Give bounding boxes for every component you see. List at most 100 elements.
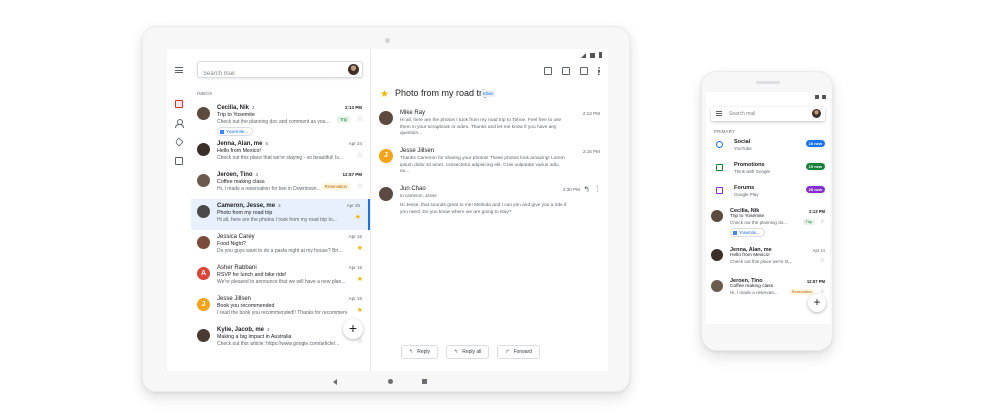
thread-row[interactable]: Jeroen, Tino 3 Coffee making class Hi, I ma…	[191, 168, 370, 199]
section-label: INBOX	[197, 91, 213, 96]
thread-date: 2:13 PM	[344, 105, 362, 110]
tablet-device: INBOX Cecilia, Nik2Trip to YosemiteCheck…	[142, 26, 630, 392]
thread-snippet: Check out this article: https://www.goog…	[217, 341, 340, 347]
menu-icon[interactable]	[716, 111, 722, 116]
avatar	[711, 249, 723, 261]
thread-sender: Kylie, Jacob, me 3	[217, 327, 270, 333]
label-chip[interactable]: Inbox	[481, 90, 496, 97]
thread-sender: Jesse Jillsen	[217, 296, 251, 302]
recents-icon[interactable]	[422, 379, 427, 384]
tag-icon[interactable]	[174, 137, 184, 147]
thread-count: 3	[255, 172, 259, 177]
account-avatar[interactable]	[812, 109, 821, 118]
forward-button[interactable]: ↱ Forward	[497, 345, 540, 359]
delete-icon[interactable]	[562, 67, 570, 75]
reply-icon[interactable]: ↰	[583, 185, 590, 194]
reply-actions: ↰ Reply ↰ Reply all ↱ Forward	[401, 345, 540, 359]
attachment-chip[interactable]: Yosemite...	[217, 127, 254, 136]
thread-row[interactable]: J Jesse Jillsen Book you recommended I read…	[191, 292, 370, 323]
star-icon[interactable]: ☆	[820, 257, 825, 264]
message-recipients: to cameron, Jesse	[400, 193, 437, 198]
compose-button[interactable]: +	[808, 294, 826, 312]
home-icon[interactable]	[388, 379, 393, 384]
reply-all-button[interactable]: ↰ Reply all	[446, 345, 490, 359]
thread-subject: RSVP for lunch and bike ride!	[217, 272, 287, 278]
thread-sender: Jessica Carey	[217, 234, 255, 240]
star-icon[interactable]: ☆	[357, 151, 363, 159]
thread-row[interactable]: Jenna, Alan, me Hello from Mexico! Check o…	[706, 246, 830, 280]
star-icon[interactable]: ☆	[820, 218, 825, 225]
avatar	[711, 210, 723, 222]
category-row[interactable]: Promotions Think with Google 10 new	[706, 159, 830, 182]
mail-icon[interactable]	[580, 67, 588, 75]
search-bar[interactable]	[197, 61, 363, 82]
attachment-chip[interactable]: Yosemite...	[730, 228, 765, 237]
category-row[interactable]: Forums Google Play 25 new	[706, 182, 830, 205]
reading-toolbar	[544, 67, 600, 75]
avatar	[197, 329, 210, 342]
star-icon[interactable]: ☆	[357, 337, 363, 345]
thread-row[interactable]: Jenna, Alan, me 5 Hello from Mexico! Check …	[191, 137, 370, 168]
thread-snippet: Check out the planning doc and comment a…	[217, 119, 330, 125]
category-row[interactable]: Social YouTube 10 new	[706, 136, 830, 159]
star-icon[interactable]: ☆	[357, 115, 363, 123]
new-count-badge: 25 new	[805, 186, 825, 193]
star-icon[interactable]: ★	[357, 275, 363, 283]
thread-subject: Trip to Yosemite	[730, 214, 765, 219]
avatar	[197, 236, 210, 249]
message-body: Hi Jesse, that sounds great to me! Melin…	[400, 203, 567, 215]
reply-icon: ↰	[409, 349, 414, 355]
message-time: 2:13 PM	[582, 111, 600, 116]
thread-badge: Reservation	[788, 289, 815, 295]
back-icon[interactable]	[333, 379, 337, 385]
search-input[interactable]	[203, 66, 333, 82]
account-avatar[interactable]	[348, 64, 359, 75]
sender-names: Cecilia, Nik	[217, 105, 250, 111]
thread-count: 5	[265, 141, 269, 146]
device-showcase: INBOX Cecilia, Nik2 Trip to Yosemite Check…	[0, 0, 1000, 417]
thread-date: 2:13 PM	[809, 209, 825, 214]
avatar	[197, 107, 210, 120]
thread-date: Apr 24	[348, 141, 362, 146]
phone-screen: PRIMARY SocialYouTube10 newPromotionsThi…	[706, 92, 830, 324]
star-icon[interactable]: ★	[357, 306, 363, 314]
search-bar[interactable]	[711, 107, 825, 121]
thread-row[interactable]: Cecilia, Nik 2 Trip to Yosemite Check out t…	[191, 101, 370, 137]
avatar	[197, 205, 210, 218]
star-icon[interactable]: ★	[380, 89, 389, 100]
more-vert-icon[interactable]: ⋮	[594, 185, 601, 193]
more-vert-icon[interactable]	[598, 67, 600, 75]
category-source: Google Play	[734, 192, 759, 197]
inbox-icon[interactable]	[175, 100, 183, 108]
thread-row[interactable]: A Asher Rabbani RSVP for lunch and bike ri…	[191, 261, 370, 292]
category-source: YouTube	[734, 146, 752, 151]
thread-subject: Book you recommended	[217, 303, 275, 309]
people-icon[interactable]	[175, 119, 184, 128]
thread-snippet: I read the book you recommended!! Thanks…	[217, 310, 347, 316]
forum-icon[interactable]	[175, 157, 183, 165]
archive-icon[interactable]	[544, 67, 552, 75]
reply-all-label: Reply all	[462, 349, 482, 355]
thread-count: 2	[252, 105, 255, 110]
thread-row[interactable]: Cecilia, Nik Trip to Yosemite Check out th…	[706, 207, 830, 241]
message-body: Hi all, here are the photos I took from …	[400, 118, 562, 136]
message-body: Thanks Cameron for sharing your photos! …	[400, 156, 565, 174]
thread-badge: Trip	[336, 116, 350, 123]
menu-icon[interactable]	[175, 67, 183, 73]
avatar	[379, 111, 393, 125]
thread-snippet: We're pleased to announce that we will h…	[217, 279, 346, 285]
star-icon[interactable]: ★	[355, 213, 361, 221]
star-icon[interactable]: ☆	[357, 182, 363, 190]
new-count-badge: 10 new	[805, 140, 825, 147]
search-input[interactable]	[729, 109, 799, 119]
people-icon	[716, 141, 723, 148]
reply-button[interactable]: ↰ Reply	[401, 345, 438, 359]
message-time: 2:30 PM	[562, 187, 580, 192]
thread-sender: Cameron, Jesse, me 3	[217, 203, 281, 209]
thread-row[interactable]: Jessica Carey Food Night? Do you guys want…	[191, 230, 370, 261]
star-icon[interactable]: ★	[357, 244, 363, 252]
thread-row[interactable]: Cameron, Jesse, me 3 Photo from my road tr…	[191, 199, 370, 230]
compose-button[interactable]: +	[343, 319, 363, 339]
thread-sender: Asher Rabbani	[217, 265, 257, 271]
battery-icon	[822, 95, 826, 99]
